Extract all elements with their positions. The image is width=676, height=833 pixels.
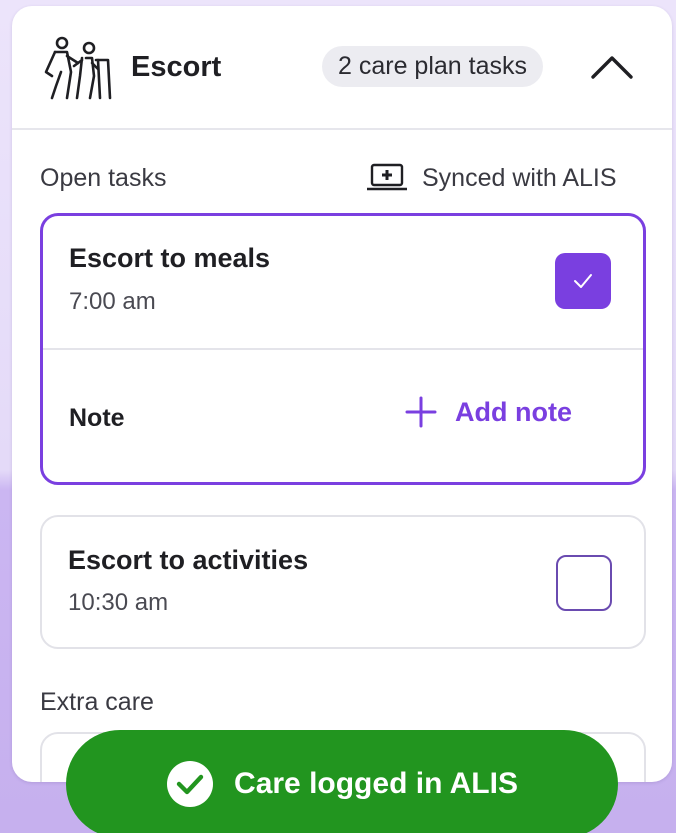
escort-care-card: Escort 2 care plan tasks Open tasks Sync…	[12, 6, 672, 782]
task-checkbox[interactable]	[556, 555, 612, 611]
section-title: Escort	[131, 51, 222, 83]
laptop-plus-icon	[367, 163, 407, 191]
open-tasks-label: Open tasks	[40, 164, 167, 192]
card-header[interactable]: Escort 2 care plan tasks	[12, 6, 672, 130]
collapse-button[interactable]	[586, 46, 638, 88]
note-label: Note	[69, 404, 125, 432]
toast-message: Care logged in ALIS	[234, 767, 518, 800]
task-card[interactable]: Escort to meals 7:00 am Note Add note	[40, 213, 646, 485]
task-title: Escort to meals	[69, 243, 271, 273]
success-toast: Care logged in ALIS	[66, 730, 618, 833]
task-card[interactable]: Escort to activities 10:30 am	[40, 515, 646, 649]
check-circle-icon	[167, 761, 214, 807]
plus-icon	[405, 396, 437, 428]
task-divider	[43, 348, 643, 350]
task-time: 7:00 am	[69, 288, 156, 315]
check-icon	[574, 274, 592, 288]
add-note-label: Add note	[455, 396, 572, 427]
add-note-button[interactable]: Add note	[405, 396, 572, 428]
sync-status: Synced with ALIS	[366, 160, 617, 196]
task-time: 10:30 am	[68, 589, 169, 616]
chevron-up-icon	[591, 56, 633, 79]
task-title: Escort to activities	[68, 545, 309, 575]
person-with-walker-icon	[44, 36, 112, 100]
extra-care-label: Extra care	[40, 688, 154, 716]
task-checkbox[interactable]	[555, 253, 611, 309]
sync-status-text: Synced with ALIS	[422, 163, 617, 192]
task-count-badge: 2 care plan tasks	[322, 46, 543, 87]
